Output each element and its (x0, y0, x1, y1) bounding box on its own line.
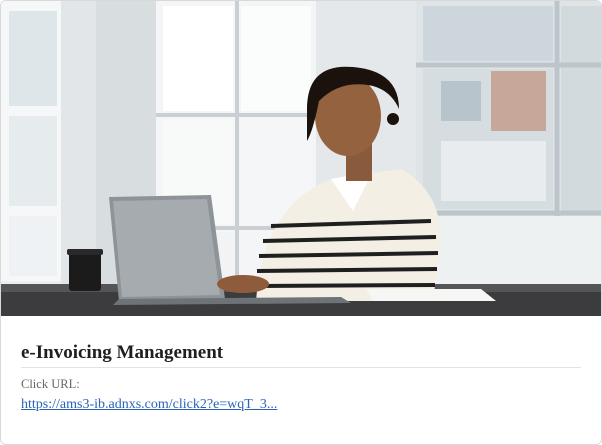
office-photo-illustration (1, 1, 601, 316)
click-url-label: Click URL: (21, 377, 80, 391)
ad-title[interactable]: e-Invoicing Management (21, 342, 581, 364)
divider (21, 367, 581, 368)
card-body: e-Invoicing Management Click URL: https:… (21, 316, 581, 414)
ad-card[interactable]: e-Invoicing Management Click URL: https:… (0, 0, 602, 445)
hero-image[interactable] (1, 1, 601, 316)
click-url-link[interactable]: https://ams3-ib.adnxs.com/click2?e=wqT_3… (21, 396, 277, 414)
